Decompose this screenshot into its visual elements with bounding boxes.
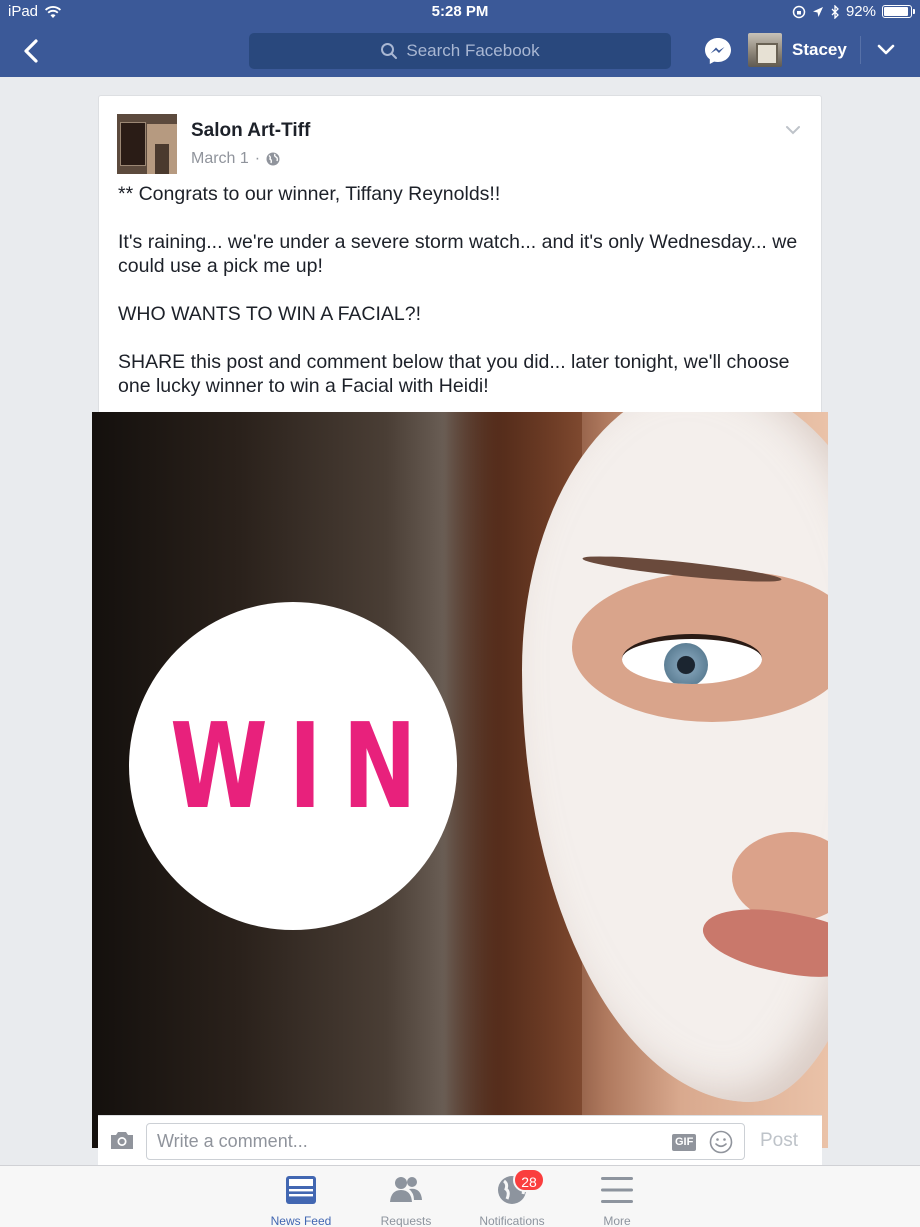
tab-requests[interactable]: Requests xyxy=(356,1174,456,1227)
post-meta: March 1 · xyxy=(191,150,280,168)
notification-badge: 28 xyxy=(513,1168,545,1192)
tab-label: Notifications xyxy=(479,1214,545,1227)
news-feed-icon xyxy=(286,1176,316,1204)
post-photo[interactable]: WIN xyxy=(92,412,828,1148)
page-name[interactable]: Salon Art-Tiff xyxy=(191,120,310,142)
gif-button[interactable]: GIF xyxy=(672,1134,697,1151)
menu-icon xyxy=(601,1177,633,1203)
post-date[interactable]: March 1 xyxy=(191,150,249,168)
tab-label: News Feed xyxy=(270,1214,332,1227)
friends-icon xyxy=(390,1177,422,1202)
post-text: ** Congrats to our winner, Tiffany Reyno… xyxy=(118,182,808,422)
comment-field[interactable]: GIF xyxy=(146,1123,745,1160)
battery-percent: 92% xyxy=(845,3,876,20)
post-paragraph: It's raining... we're under a severe sto… xyxy=(118,231,798,277)
nav-divider xyxy=(860,36,861,64)
top-bar: iPad 5:28 PM 92% Search Facebook Stacey xyxy=(0,0,920,77)
post-paragraph: ** Congrats to our winner, Tiffany Reyno… xyxy=(118,183,501,205)
status-bar: iPad 5:28 PM 92% xyxy=(0,0,920,24)
camera-icon xyxy=(111,1132,133,1149)
tab-bar: News Feed Requests 28 Notifications More xyxy=(0,1165,920,1227)
status-time: 5:28 PM xyxy=(431,3,489,20)
tab-label: More xyxy=(603,1214,631,1227)
rotation-lock-icon xyxy=(792,5,806,18)
profile-button[interactable]: Stacey xyxy=(748,33,847,67)
user-name: Stacey xyxy=(792,40,847,59)
chevron-down-icon xyxy=(786,126,800,135)
tab-more[interactable]: More xyxy=(567,1174,667,1227)
win-badge: WIN xyxy=(129,602,457,930)
post-paragraph: SHARE this post and comment below that y… xyxy=(118,351,790,397)
back-button[interactable] xyxy=(16,36,46,66)
comment-input[interactable] xyxy=(157,1124,657,1159)
meta-separator: · xyxy=(254,150,261,167)
tab-label: Requests xyxy=(380,1214,432,1227)
search-icon xyxy=(381,43,398,59)
battery-icon xyxy=(882,5,915,18)
chevron-left-icon xyxy=(24,39,38,63)
post-comment-button[interactable]: Post xyxy=(760,1130,798,1152)
search-placeholder: Search Facebook xyxy=(406,41,540,60)
post-options-button[interactable] xyxy=(783,120,803,140)
post-paragraph: WHO WANTS TO WIN A FACIAL?! xyxy=(118,303,422,325)
messenger-button[interactable] xyxy=(702,35,734,67)
search-bar[interactable]: Search Facebook xyxy=(249,33,671,69)
page-avatar[interactable] xyxy=(117,114,177,174)
messenger-icon xyxy=(705,38,731,64)
camera-button[interactable] xyxy=(109,1129,135,1153)
tab-news-feed[interactable]: News Feed xyxy=(251,1174,351,1227)
chevron-down-icon xyxy=(877,44,895,55)
globe-icon xyxy=(266,152,280,166)
post-header: Salon Art-Tiff March 1 · xyxy=(117,114,803,174)
emoji-icon[interactable] xyxy=(709,1130,733,1154)
comment-bar: GIF Post xyxy=(98,1115,822,1165)
bluetooth-icon xyxy=(831,4,839,19)
win-text: WIN xyxy=(169,697,438,835)
tab-notifications[interactable]: 28 Notifications xyxy=(462,1168,562,1227)
avatar xyxy=(748,33,782,67)
location-icon xyxy=(812,6,823,17)
account-menu-button[interactable] xyxy=(874,38,898,62)
